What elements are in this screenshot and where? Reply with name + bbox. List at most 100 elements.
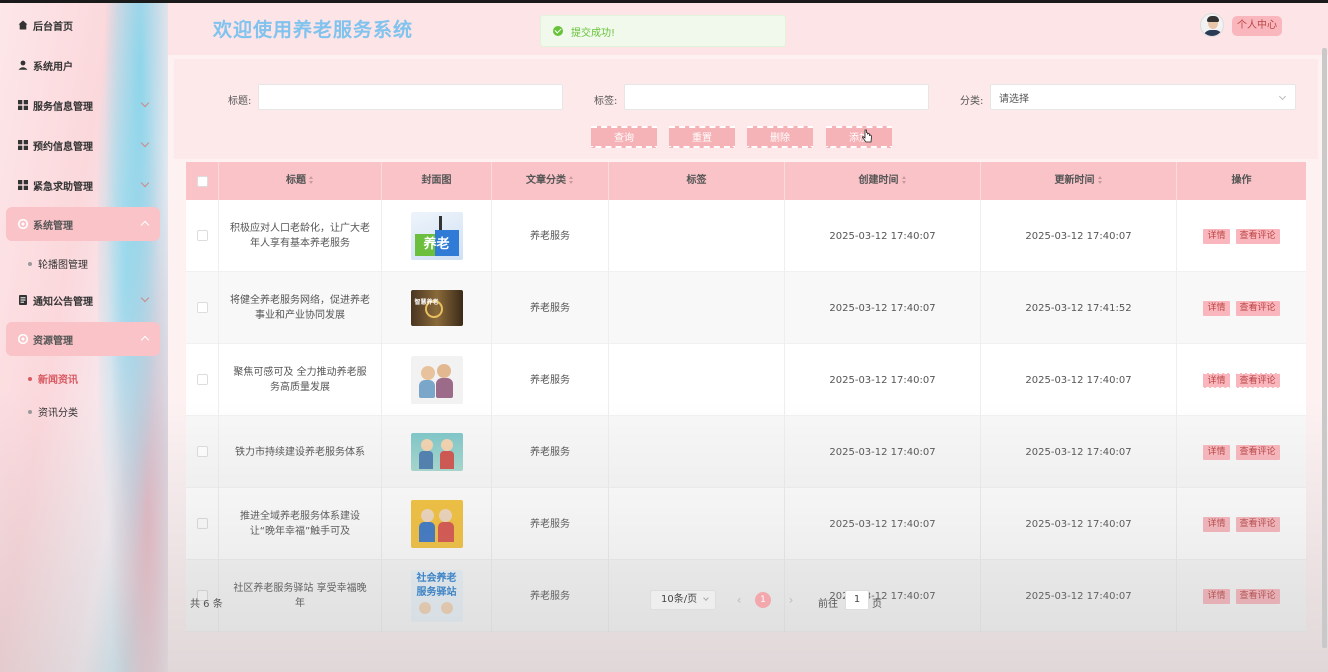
sidebar-sub-item-news[interactable]: 新闻资讯 [28,371,78,386]
tag-filter-input[interactable] [624,84,929,110]
detail-button[interactable]: 详情 [1203,228,1230,244]
column-header-label: 标题 [286,175,306,186]
view-comments-button[interactable]: 查看评论 [1235,300,1280,316]
sidebar-item-label: 预约信息管理 [33,141,93,153]
sidebar-item-system-management[interactable]: 系统管理 [6,207,160,241]
row-select-cell [186,488,219,560]
row-checkbox[interactable] [197,230,208,241]
bullet [28,376,32,381]
user-icon [18,60,28,70]
row-tag [609,272,785,344]
success-toast: 提交成功! [540,15,786,47]
cover-image[interactable] [410,500,463,548]
goto-page-input[interactable]: 1 [845,590,869,610]
avatar[interactable] [1200,13,1224,37]
select-all-checkbox[interactable] [197,176,208,187]
sidebar-item-service-info[interactable]: 服务信息管理 [6,88,160,122]
sidebar-sub-item-label: 新闻资讯 [38,375,78,386]
row-tag [609,416,785,488]
document-icon [19,295,27,305]
view-comments-button[interactable]: 查看评论 [1235,228,1280,244]
sidebar-item-home[interactable]: 后台首页 [6,8,160,42]
view-comments-button[interactable]: 查看评论 [1235,516,1280,532]
sidebar-sub-item-label: 轮播图管理 [38,260,88,271]
row-select-cell [186,200,219,272]
view-comments-button[interactable]: 查看评论 [1235,444,1280,460]
delete-button[interactable]: 删除 [747,126,813,148]
next-page-button[interactable]: › [782,591,800,609]
row-title: 积极应对人口老龄化，让广大老年人享有基本养老服务 [219,200,382,272]
column-header-title[interactable]: 标题 [219,162,382,200]
sidebar-sub-item-carousel[interactable]: 轮播图管理 [28,256,88,271]
row-checkbox[interactable] [197,302,208,313]
elder-figure-head [420,509,434,522]
column-header-tag: 标签 [609,162,785,200]
page-number-current[interactable]: 1 [755,592,771,608]
cover-image[interactable] [410,433,463,471]
row-checkbox[interactable] [197,374,208,385]
row-updated-time: 2025-03-12 17:40:07 [981,488,1177,560]
chevron-down-icon [703,595,709,601]
sidebar-item-label: 服务信息管理 [33,101,93,113]
table-row: 积极应对人口老龄化，让广大老年人享有基本养老服务 养老 养老服务 2025-03… [186,200,1306,272]
row-checkbox[interactable] [197,518,208,529]
row-created-time: 2025-03-12 17:40:07 [785,416,981,488]
grid-icon [18,140,28,150]
view-comments-button[interactable]: 查看评论 [1235,588,1280,604]
title-filter-input[interactable] [258,84,563,110]
sidebar-item-system-users[interactable]: 系统用户 [6,48,160,82]
sidebar-item-resource-management[interactable]: 资源管理 [6,322,160,356]
elder-figure-head [418,602,431,614]
elder-figure-head [440,439,453,451]
row-category: 养老服务 [492,344,609,416]
reset-button[interactable]: 重置 [669,126,735,148]
row-cover-cell [382,488,492,560]
page-size-select[interactable]: 10条/页 [650,590,716,610]
column-header-category[interactable]: 文章分类 [492,162,609,200]
sidebar-item-emergency[interactable]: 紧急求助管理 [6,168,160,202]
view-comments-button[interactable]: 查看评论 [1235,372,1280,388]
goto-suffix-label: 页 [872,599,882,610]
category-select[interactable]: 请选择 [990,84,1296,110]
cover-image[interactable]: 养老 [410,212,463,260]
detail-button[interactable]: 详情 [1203,516,1230,532]
row-actions: 详情 查看评论 [1177,560,1306,632]
row-updated-time: 2025-03-12 17:40:07 [981,416,1177,488]
detail-button[interactable]: 详情 [1203,444,1230,460]
detail-button[interactable]: 详情 [1203,588,1230,604]
cover-image[interactable]: 社会养老 服务驿站 [410,570,463,622]
sidebar-item-notice[interactable]: 通知公告管理 [6,283,160,317]
add-button[interactable]: 添加 [826,126,892,148]
prev-page-button[interactable]: ‹ [730,591,748,609]
row-cover-cell: 社会养老 服务驿站 [382,560,492,632]
cover-text: 社会养老 [416,573,457,584]
row-checkbox[interactable] [197,446,208,457]
column-header-updated[interactable]: 更新时间 [981,162,1177,200]
column-header-label: 封面图 [421,175,452,186]
sidebar-sub-item-news-category[interactable]: 资讯分类 [28,404,78,419]
detail-button[interactable]: 详情 [1203,372,1230,388]
cover-image[interactable] [410,356,463,404]
cover-image[interactable]: 智慧养老 [410,290,463,326]
row-actions: 详情 查看评论 [1177,200,1306,272]
sidebar-item-label: 紧急求助管理 [33,181,93,193]
detail-button[interactable]: 详情 [1203,300,1230,316]
select-all-cell [186,162,219,200]
chevron-down-icon [140,98,150,108]
sidebar-item-label: 系统管理 [33,220,73,232]
page-scrollbar[interactable] [1322,48,1327,648]
chevron-down-icon [140,293,150,303]
row-actions: 详情 查看评论 [1177,416,1306,488]
row-created-time: 2025-03-12 17:40:07 [785,200,981,272]
chevron-down-icon [140,138,150,148]
avatar-hair [1207,16,1219,22]
row-cover-cell: 养老 [382,200,492,272]
query-button[interactable]: 查询 [591,126,657,148]
table-header: 标题 封面图 文章分类 标签 创建时间 更新时间 操作 [186,162,1306,200]
column-header-created[interactable]: 创建时间 [785,162,981,200]
elder-figure-body [418,380,435,398]
sidebar-shade [0,392,168,672]
row-select-cell [186,416,219,488]
sidebar-item-booking-info[interactable]: 预约信息管理 [6,128,160,162]
profile-center-button[interactable]: 个人中心 [1232,16,1282,36]
